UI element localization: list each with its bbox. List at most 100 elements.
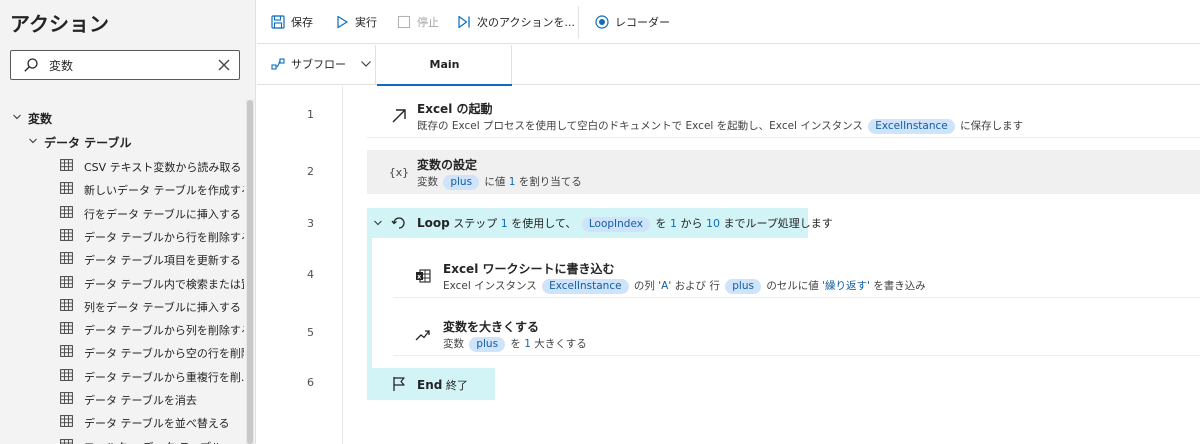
step-title: 変数の設定 [417,158,478,172]
action-item-label: データ テーブルから重複行を削... [84,370,244,384]
flow-step-end[interactable]: End 終了 [367,368,495,400]
desc-text: に保存します [960,120,1024,132]
line-number-gutter: 1 2 3 4 5 6 [257,86,343,444]
table-icon [60,392,73,404]
action-item-label: データ テーブル項目を更新する [84,254,241,268]
excel-write-icon: x [416,269,431,283]
stop-button[interactable]: 停止 [397,12,439,32]
run-button[interactable]: 実行 [335,12,377,32]
desc-text: から [680,217,703,230]
action-list-item[interactable]: データ テーブル内で検索または置... [0,271,246,295]
close-icon[interactable] [217,58,231,72]
tab-main[interactable]: Main [377,45,512,86]
search-box[interactable] [10,50,240,80]
table-icon [60,252,73,265]
tab-divider [375,45,376,85]
action-item-label: CSV テキスト変数から読み取る [84,161,242,174]
action-list-item[interactable]: データ テーブルを消去 [0,387,246,411]
loop-body-indicator [367,238,372,368]
flow-step-set-variable[interactable]: {x} 変数の設定 変数 plus に値 1 を割り当てる [367,150,1200,194]
step-description: Excel インスタンス ExcelInstance の列 'A' および 行 … [443,278,926,294]
tab-main-label: Main [429,58,460,71]
action-item-label: 列をデータ テーブルに挿入する [84,300,241,314]
table-icon [60,438,73,444]
action-list-item[interactable]: フィルター データ テーブル [0,434,246,444]
step-description: End 終了 [417,377,468,393]
action-list-item[interactable]: データ テーブルから列を削除する [0,317,246,341]
table-icon [60,182,73,195]
tree-subcategory-label: データ テーブル [44,136,132,150]
chevron-down-icon [361,61,371,67]
variable-pill[interactable]: LoopIndex [581,217,650,232]
desc-text: のセルに値 [766,280,819,292]
arrow-up-right-icon [392,109,406,123]
recorder-button[interactable]: レコーダー [595,12,670,32]
stop-label: 停止 [417,16,439,29]
actions-pane: アクション 変数 データ テーブル CSV テキスト変数から読み取る新しいデータ… [0,0,256,444]
action-list-item[interactable]: データ テーブルを並べ替える [0,410,246,434]
action-item-label: データ テーブルから空の行を削除... [84,347,244,361]
table-icon [60,345,73,358]
search-input[interactable] [49,55,209,75]
desc-text: 既存の Excel プロセスを使用して空白のドキュメントで Excel を起動し… [417,120,863,132]
numeric-value: 1 [524,338,531,350]
table-icon [60,205,73,218]
step-description: 変数 plus に値 1 を割り当てる [417,174,582,190]
step-title: 変数を大きくする [443,320,540,334]
step-title: Excel の起動 [417,102,493,116]
action-list-item[interactable]: データ テーブルから行を削除する [0,224,246,248]
subflow-dropdown[interactable]: サブフロー [271,56,372,72]
action-list-item[interactable]: CSV テキスト変数から読み取る [0,154,246,178]
tree-category-variables[interactable]: 変数 [0,106,246,128]
table-icon [60,415,73,428]
action-list-item[interactable]: データ テーブル項目を更新する [0,247,246,271]
table-icon [60,159,73,171]
save-button[interactable]: 保存 [271,12,313,32]
line-number: 1 [307,108,314,121]
next-action-button[interactable]: 次のアクションを... [457,12,575,32]
desc-text: Excel インスタンス [443,280,537,292]
record-icon [595,15,609,29]
flag-icon [393,377,405,391]
action-tree: 変数 データ テーブル CSV テキスト変数から読み取る新しいデータ テーブルを… [0,104,246,444]
action-item-label: データ テーブル内で検索または置... [84,277,244,291]
action-list-item[interactable]: 行をデータ テーブルに挿入する [0,201,246,225]
flow-step-increase-variable[interactable]: 変数を大きくする 変数 plus を 1 大きくする [393,312,1200,356]
action-list-item[interactable]: データ テーブルから重複行を削... [0,364,246,388]
flow-step-loop[interactable]: Loop ステップ 1 を使用して、 LoopIndex を 1 から 10 ま… [367,208,833,238]
loop-icon [391,217,405,229]
desc-text: および 行 [674,280,720,292]
flow-step-launch-excel[interactable]: Excel の起動 既存の Excel プロセスを使用して空白のドキュメントで … [367,94,1200,138]
flow-step-write-worksheet[interactable]: x Excel ワークシートに書き込む Excel インスタンス ExcelIn… [393,254,1200,298]
scrollbar-thumb[interactable] [247,100,253,444]
variable-pill[interactable]: ExcelInstance [868,119,955,134]
tree-category-label: 変数 [28,112,53,126]
svg-text:{x}: {x} [389,166,409,179]
save-icon [271,15,285,29]
desc-text: の列 [633,280,655,292]
variable-pill[interactable]: plus [469,337,506,352]
left-scrollbar[interactable] [246,100,254,444]
loop-keyword: Loop [417,216,450,230]
variable-pill[interactable]: ExcelInstance [542,279,629,294]
action-list-item[interactable]: 列をデータ テーブルに挿入する [0,294,246,318]
desc-text: までループ処理します [723,217,833,230]
variable-pill[interactable]: plus [443,175,480,190]
play-icon [337,15,348,29]
action-list-item[interactable]: 新しいデータ テーブルを作成する [0,177,246,201]
variable-pill[interactable]: plus [725,279,761,294]
tree-subcategory-datatable[interactable]: データ テーブル [0,130,246,152]
step-description: 変数 plus を 1 大きくする [443,336,587,352]
next-action-label: 次のアクションを... [477,16,575,29]
chevron-down-icon [13,114,21,120]
action-list-item[interactable]: データ テーブルから空の行を削除... [0,340,246,364]
end-keyword: End [417,378,443,392]
step-next-icon [458,15,470,29]
chevron-down-icon[interactable] [373,218,383,228]
table-icon [60,228,73,241]
desc-text: に値 [484,176,506,188]
step-description: Loop ステップ 1 を使用して、 LoopIndex を 1 から 10 ま… [417,215,833,232]
line-number: 4 [307,268,314,281]
desc-text: を [655,217,667,230]
action-item-label: データ テーブルを並べ替える [84,417,230,431]
